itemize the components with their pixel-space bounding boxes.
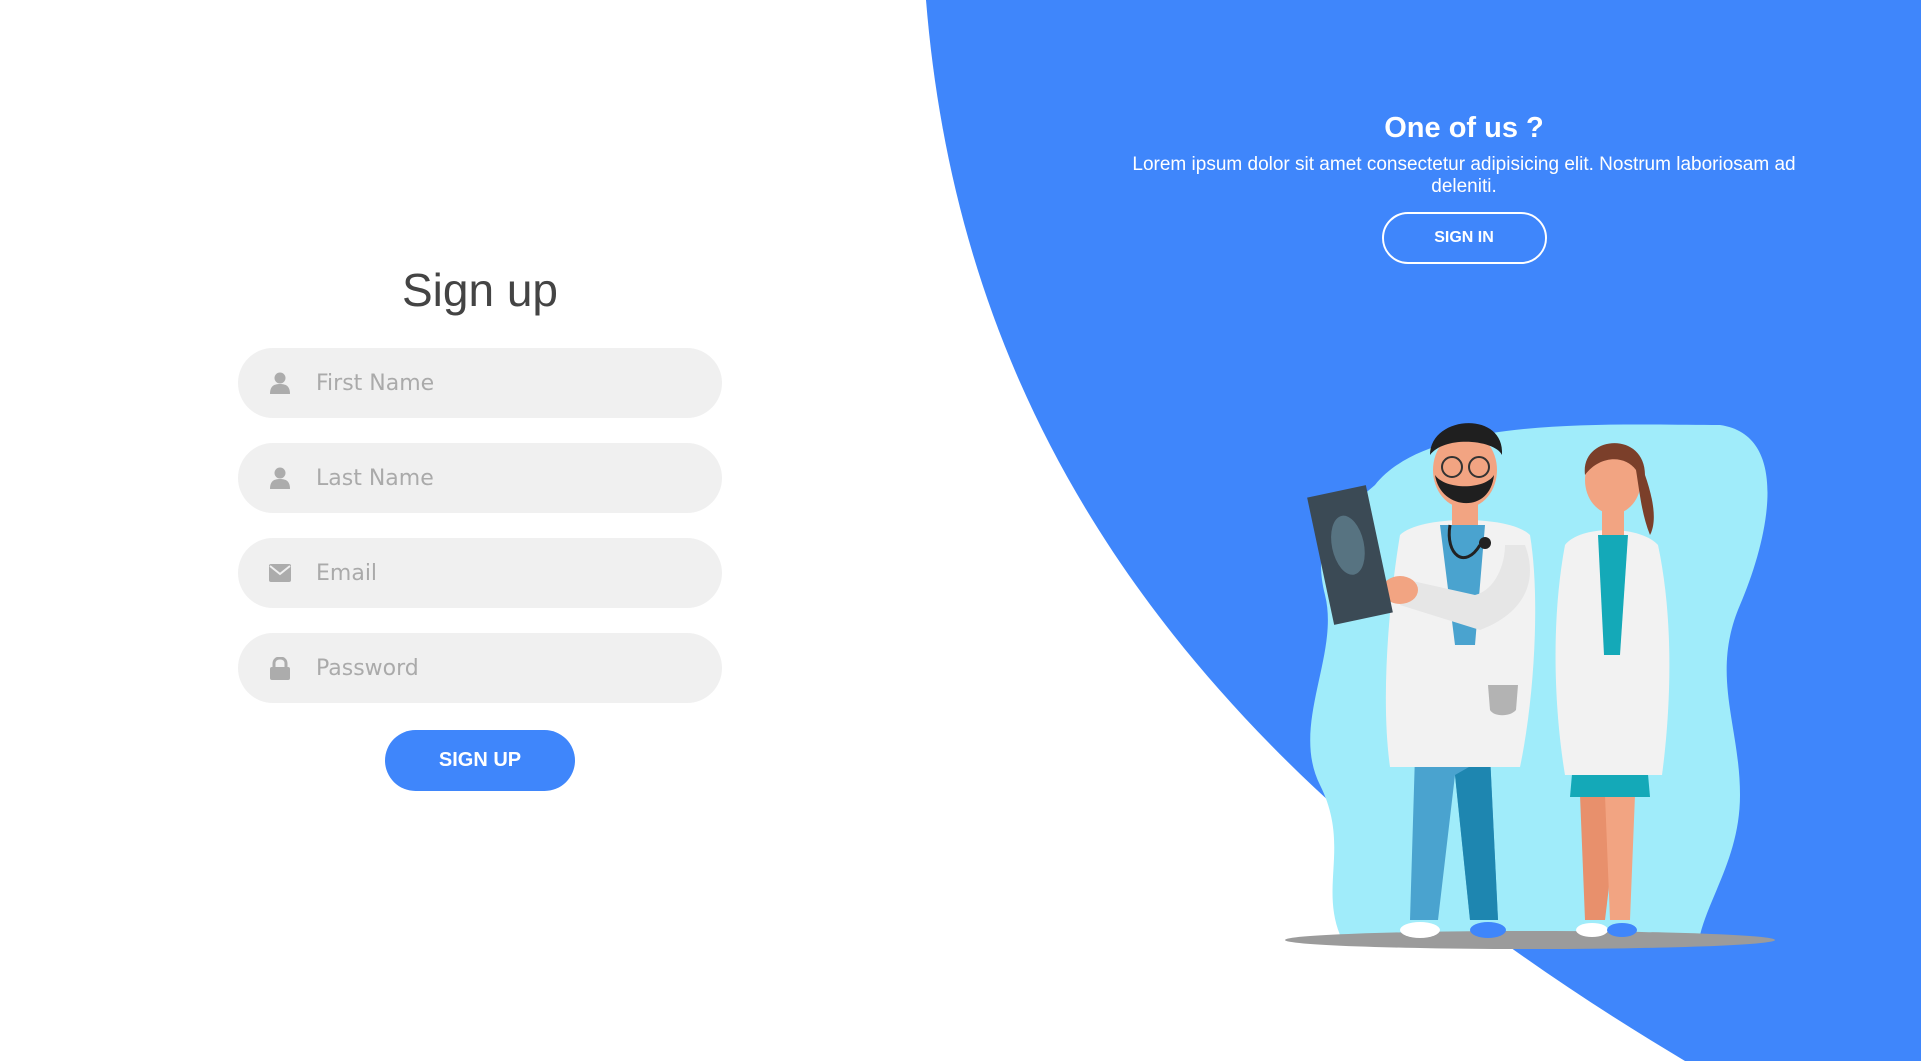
last-name-field[interactable] xyxy=(238,443,722,513)
panel-description: Lorem ipsum dolor sit amet consectetur a… xyxy=(1132,154,1796,197)
sign-up-button[interactable]: SIGN UP xyxy=(385,730,575,791)
password-input[interactable] xyxy=(316,648,676,688)
last-name-input[interactable] xyxy=(316,458,676,498)
first-name-input[interactable] xyxy=(316,363,676,403)
form-title: Sign up xyxy=(401,264,558,316)
user-icon xyxy=(268,371,292,395)
ground-shadow xyxy=(1285,931,1775,949)
first-name-field[interactable] xyxy=(238,348,722,418)
password-field[interactable] xyxy=(238,633,722,703)
illustration-blob xyxy=(1310,424,1768,935)
user-icon xyxy=(268,466,292,490)
email-field[interactable] xyxy=(238,538,722,608)
envelope-icon xyxy=(268,561,292,585)
doctors-illustration xyxy=(1285,423,1775,949)
signin-panel: One of us ? Lorem ipsum dolor sit amet c… xyxy=(1120,106,1808,264)
page: Sign up First Name Last Name Email SIGN … xyxy=(0,0,1921,1061)
lock-icon xyxy=(268,656,292,680)
sign-in-button[interactable]: SIGN IN xyxy=(1381,212,1547,264)
signup-form: Sign up First Name Last Name Email SIGN … xyxy=(238,258,722,791)
panel-title: One of us ? xyxy=(1384,112,1544,144)
email-input[interactable] xyxy=(316,553,676,593)
